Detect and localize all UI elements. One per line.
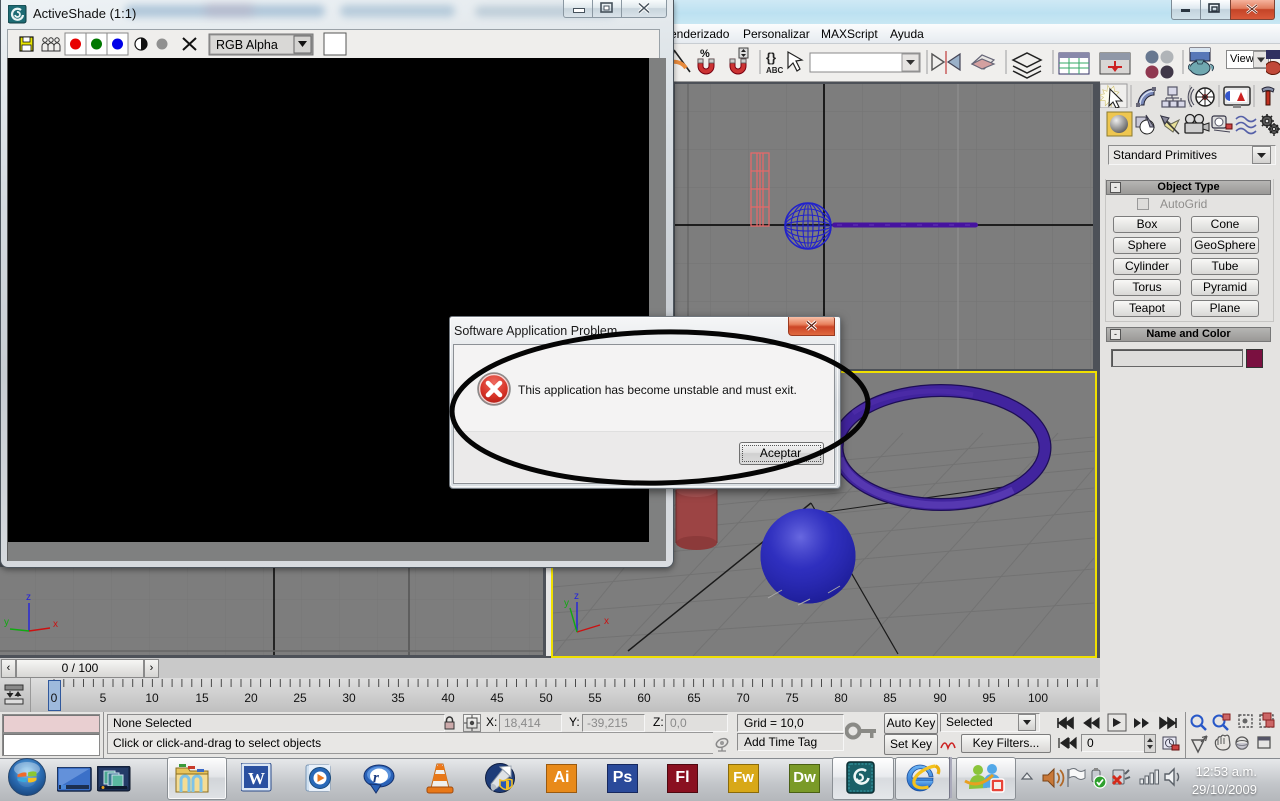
svg-text:z: z	[26, 592, 31, 603]
svg-text:r: r	[373, 770, 379, 786]
svg-text:W: W	[248, 769, 265, 788]
svg-text:{}: {}	[766, 50, 776, 65]
svg-text:x: x	[53, 619, 58, 630]
svg-text:ABC: ABC	[766, 66, 784, 75]
svg-text:y: y	[564, 598, 569, 609]
svg-text:x: x	[604, 616, 609, 627]
svg-text:RGB Alpha: RGB Alpha	[216, 38, 278, 52]
svg-text:y: y	[4, 617, 9, 628]
svg-text:z: z	[574, 591, 579, 602]
svg-text:%: %	[700, 48, 710, 60]
